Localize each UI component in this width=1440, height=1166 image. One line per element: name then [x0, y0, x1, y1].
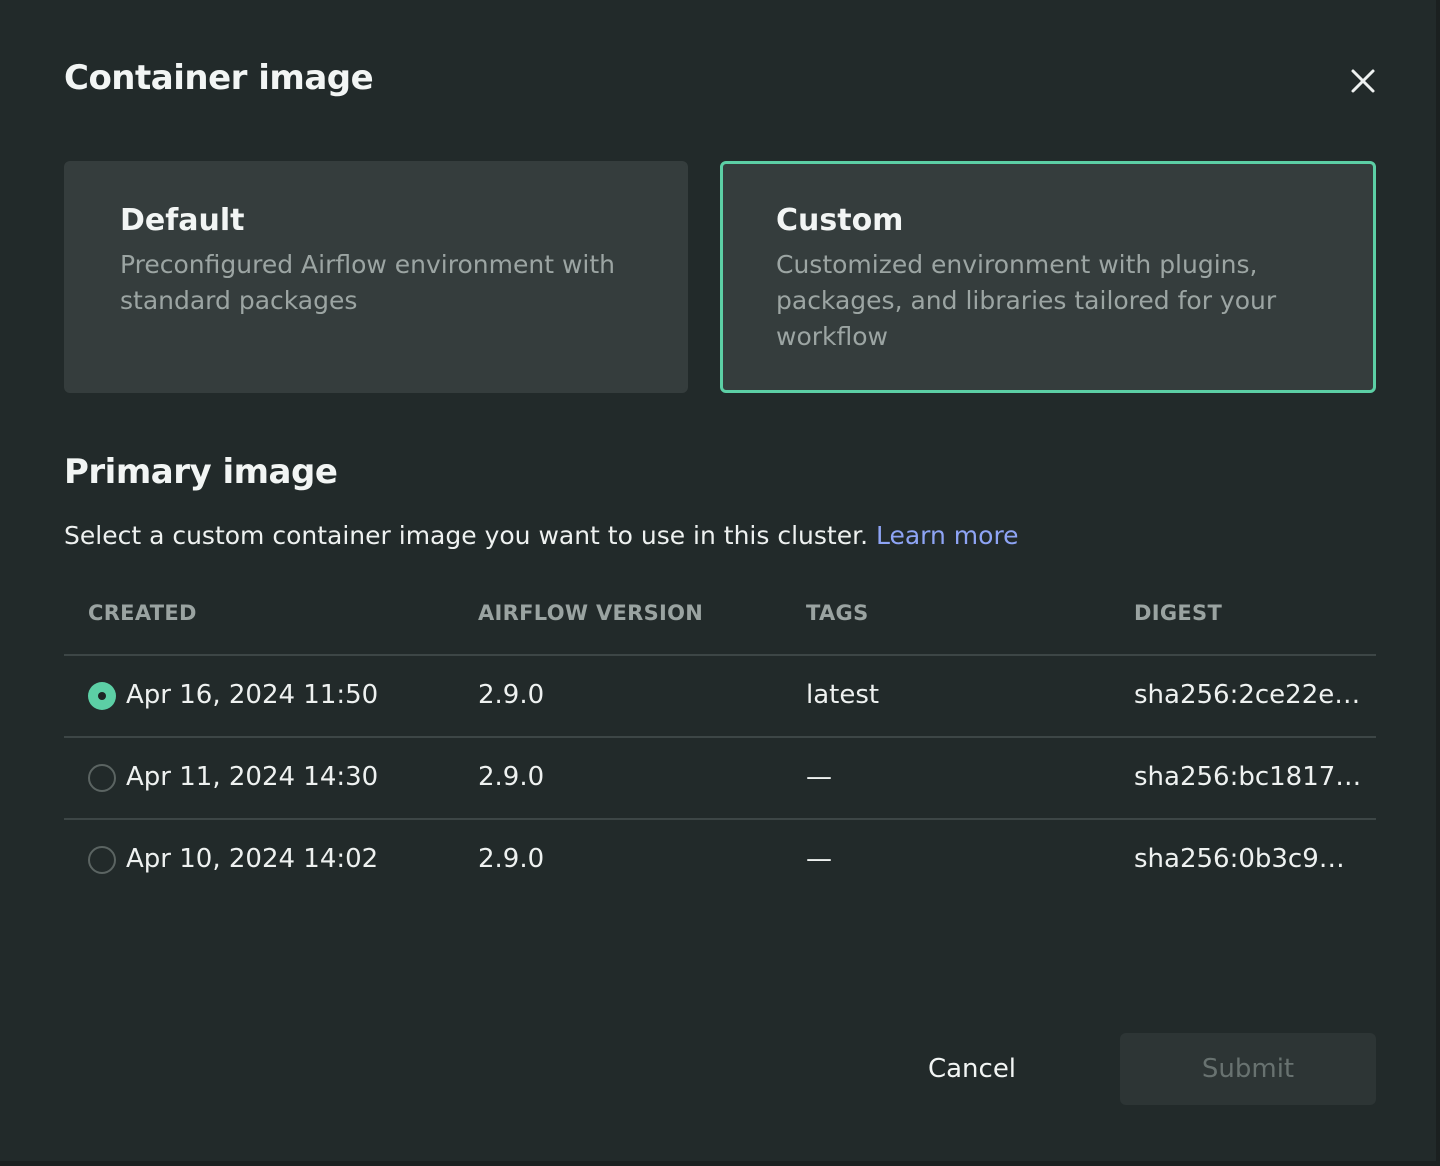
option-card-custom[interactable]: Custom Customized environment with plugi… [720, 161, 1376, 393]
primary-image-heading: Primary image [64, 452, 338, 492]
close-icon [1351, 69, 1375, 93]
table-row[interactable]: Apr 11, 2024 14:30 2.9.0 — sha256:bc1817… [64, 738, 1376, 820]
cell-airflow-version: 2.9.0 [478, 680, 545, 710]
cell-created: Apr 11, 2024 14:30 [126, 762, 379, 792]
option-title: Default [120, 203, 245, 238]
table-row[interactable]: Apr 16, 2024 11:50 2.9.0 latest sha256:2… [64, 656, 1376, 738]
close-button[interactable] [1344, 62, 1382, 100]
cell-airflow-version: 2.9.0 [478, 844, 545, 874]
primary-image-description: Select a custom container image you want… [64, 521, 1019, 550]
column-header-airflow-version: AIRFLOW VERSION [478, 601, 704, 625]
image-table: CREATED AIRFLOW VERSION TAGS DIGEST Apr … [64, 573, 1376, 900]
option-description: Customized environment with plugins, pac… [776, 250, 1277, 351]
learn-more-link[interactable]: Learn more [876, 521, 1019, 550]
column-header-tags: TAGS [806, 601, 869, 625]
cancel-button[interactable]: Cancel [900, 1033, 1044, 1105]
option-card-default[interactable]: Default Preconfigured Airflow environmen… [64, 161, 688, 393]
cell-tags: — [806, 844, 832, 874]
cell-created: Apr 16, 2024 11:50 [126, 680, 379, 710]
radio-button[interactable] [88, 846, 116, 874]
cell-tags: — [806, 762, 832, 792]
cell-tags: latest [806, 680, 880, 710]
description-text: Select a custom container image you want… [64, 521, 869, 550]
cell-created: Apr 10, 2024 14:02 [126, 844, 379, 874]
option-description: Preconfigured Airflow environment with s… [120, 250, 615, 315]
dialog-title: Container image [64, 58, 374, 98]
cell-airflow-version: 2.9.0 [478, 762, 545, 792]
submit-button[interactable]: Submit [1120, 1033, 1376, 1105]
radio-button[interactable] [88, 764, 116, 792]
cell-digest: sha256:2ce22e… [1134, 680, 1361, 710]
container-image-dialog: Container image Default Preconfigured Ai… [0, 0, 1440, 1166]
column-header-digest: DIGEST [1134, 601, 1223, 625]
cell-digest: sha256:0b3c9… [1134, 844, 1345, 874]
cell-digest: sha256:bc1817… [1134, 762, 1362, 792]
table-header: CREATED AIRFLOW VERSION TAGS DIGEST [64, 573, 1376, 656]
option-title: Custom [776, 203, 904, 238]
table-row[interactable]: Apr 10, 2024 14:02 2.9.0 — sha256:0b3c9… [64, 820, 1376, 900]
radio-button-selected[interactable] [88, 682, 116, 710]
column-header-created: CREATED [88, 601, 197, 625]
